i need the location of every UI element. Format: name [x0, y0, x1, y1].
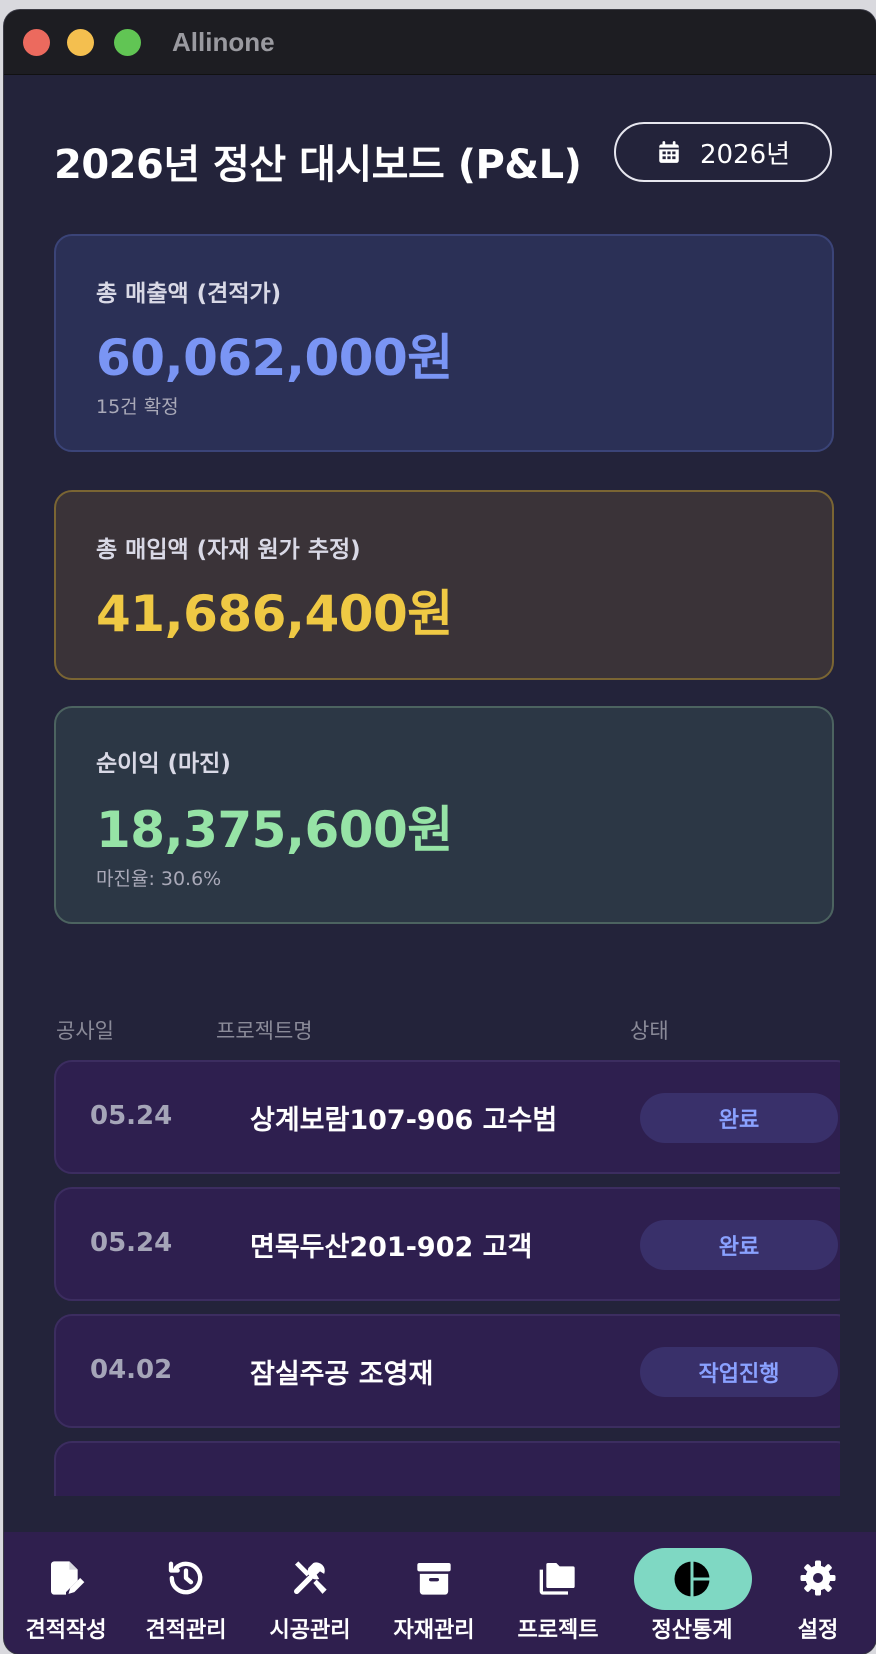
nav-label: 정산통계: [651, 1618, 733, 1643]
folders-icon: [539, 1563, 575, 1595]
history-icon: [168, 1561, 203, 1595]
nav-label: 프로젝트: [517, 1618, 599, 1643]
cost-amount: 41,686,400원: [96, 585, 453, 643]
row-project-name: 상계보람107-906 고수범: [250, 1105, 558, 1136]
nav-label: 설정: [797, 1618, 839, 1643]
row-date: 05.24: [90, 1228, 173, 1258]
nav-label: 견적작성: [25, 1618, 107, 1643]
nav-label: 자재관리: [393, 1618, 475, 1643]
nav-label: 견적관리: [145, 1618, 227, 1643]
nav-item-settlement[interactable]: 정산통계: [630, 1532, 754, 1654]
status-badge: 완료: [640, 1220, 838, 1270]
zoom-window-button[interactable]: [114, 29, 141, 56]
minimize-window-button[interactable]: [67, 29, 94, 56]
nav-item-quote-manage[interactable]: 견적관리: [124, 1532, 248, 1654]
revenue-amount: 60,062,000원: [96, 329, 453, 387]
tools-icon: [294, 1561, 327, 1594]
nav-item-settings[interactable]: 설정: [756, 1532, 876, 1654]
column-header-status: 상태: [630, 1019, 669, 1043]
close-window-button[interactable]: [23, 29, 50, 56]
year-select-button[interactable]: 2026년: [614, 122, 832, 182]
title-bar: Allinone: [4, 10, 876, 75]
nav-item-quote-create[interactable]: 견적작성: [4, 1532, 128, 1654]
revenue-card: 총 매출액 (견적가) 60,062,000원 15건 확정: [54, 234, 834, 452]
margin-rate: 마진율: 30.6%: [96, 868, 222, 890]
revenue-label: 총 매출액 (견적가): [96, 281, 282, 307]
row-date: 04.02: [90, 1355, 173, 1385]
archive-box-icon: [417, 1563, 451, 1595]
table-row[interactable]: 05.24 면목두산201-902 고객 완료: [54, 1187, 840, 1301]
row-project-name: 면목두산201-902 고객: [250, 1232, 533, 1263]
gear-icon: [800, 1560, 836, 1596]
table-row[interactable]: 05.24 상계보람107-906 고수범 완료: [54, 1060, 840, 1174]
table-row[interactable]: [54, 1441, 840, 1496]
nav-item-projects[interactable]: 프로젝트: [496, 1532, 620, 1654]
profit-amount: 18,375,600원: [96, 801, 453, 859]
cost-label: 총 매입액 (자재 원가 추정): [96, 537, 361, 563]
nav-label: 시공관리: [269, 1618, 351, 1643]
edit-document-icon: [51, 1561, 85, 1595]
cost-card: 총 매입액 (자재 원가 추정) 41,686,400원: [54, 490, 834, 680]
calendar-icon: [659, 141, 679, 163]
bottom-navigation: 견적작성 견적관리 시공관리 자재관리 프로젝트 정산통계 설정: [4, 1532, 876, 1654]
profit-label: 순이익 (마진): [96, 751, 231, 777]
table-row[interactable]: 04.02 잠실주공 조영재 작업진행: [54, 1314, 840, 1428]
profit-card: 순이익 (마진) 18,375,600원 마진율: 30.6%: [54, 706, 834, 924]
revenue-count: 15건 확정: [96, 396, 179, 418]
project-list[interactable]: 05.24 상계보람107-906 고수범 완료 05.24 면목두산201-9…: [54, 1060, 840, 1496]
window-title: Allinone: [172, 27, 275, 57]
page-title: 2026년 정산 대시보드 (P&L): [54, 142, 582, 188]
row-date: 05.24: [90, 1101, 173, 1131]
row-project-name: 잠실주공 조영재: [250, 1359, 434, 1390]
column-header-project: 프로젝트명: [216, 1019, 313, 1043]
status-badge: 작업진행: [640, 1347, 838, 1397]
year-label: 2026년: [699, 139, 791, 170]
nav-item-materials[interactable]: 자재관리: [372, 1532, 496, 1654]
pie-chart-icon: [674, 1561, 710, 1597]
status-badge: 완료: [640, 1093, 838, 1143]
column-header-date: 공사일: [56, 1019, 114, 1043]
app-window: Allinone 2026년 정산 대시보드 (P&L) 2026년 총 매출액…: [4, 10, 876, 1654]
nav-item-construction[interactable]: 시공관리: [248, 1532, 372, 1654]
